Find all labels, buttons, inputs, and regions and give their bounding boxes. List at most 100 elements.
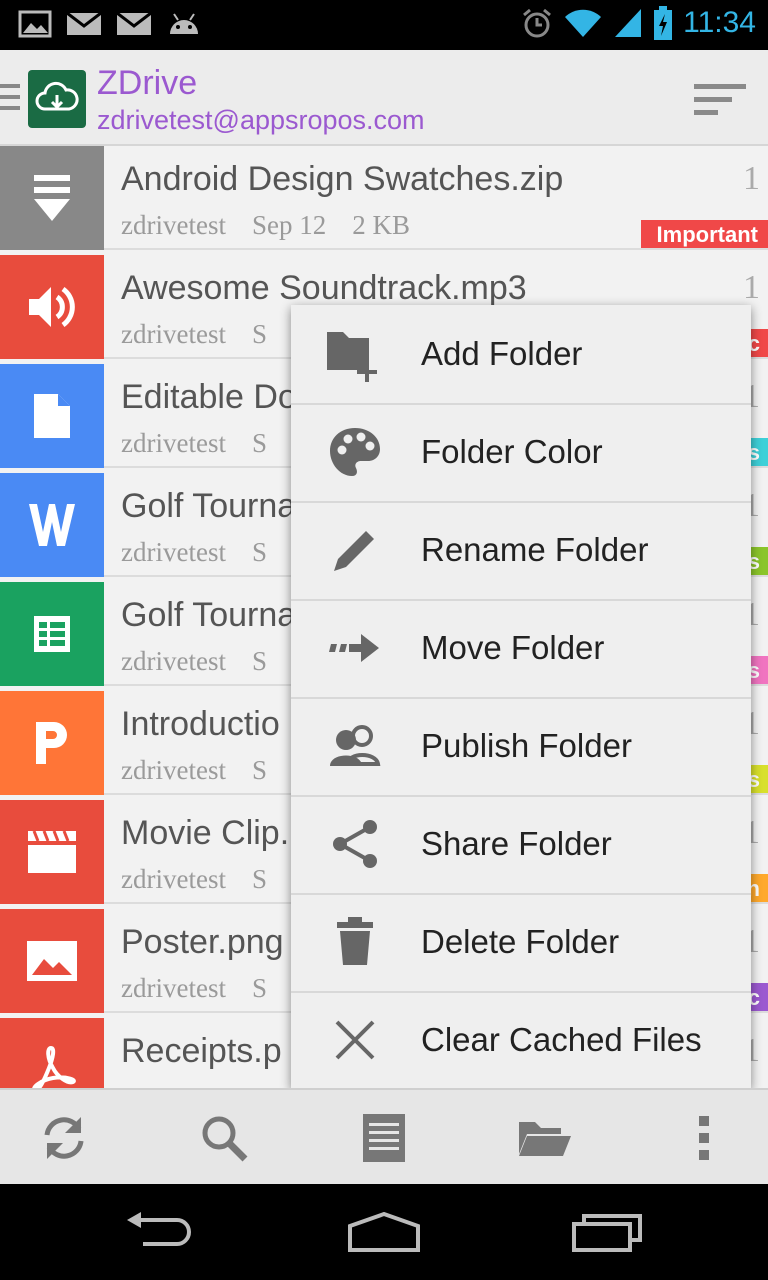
file-meta: zdrivetest S xyxy=(121,537,293,568)
list-view-icon xyxy=(363,1114,405,1162)
menu-item-label: Rename Folder xyxy=(421,531,649,568)
file-size: 2 KB xyxy=(352,210,410,240)
menu-item-clear-cache[interactable]: Clear Cached Files xyxy=(291,991,751,1089)
file-type-tile xyxy=(0,473,104,577)
file-meta: zdrivetest S xyxy=(121,319,293,350)
folders-button[interactable] xyxy=(514,1108,574,1168)
drawer-indicator-icon[interactable] xyxy=(0,82,20,112)
system-icons: 11:34 xyxy=(521,6,756,40)
menu-item-label: Delete Folder xyxy=(421,923,620,960)
file-name: Golf Tourna xyxy=(121,596,297,634)
menu-item-label: Publish Folder xyxy=(421,727,632,764)
row-divider xyxy=(104,248,768,250)
audio-icon xyxy=(29,286,75,328)
spreadsheet-icon xyxy=(34,616,70,652)
file-meta: zdrivetest S xyxy=(121,973,293,1004)
menu-item-label: Folder Color xyxy=(421,433,603,470)
file-owner: zdrivetest xyxy=(121,646,226,676)
video-icon xyxy=(28,831,76,873)
file-count: 1 xyxy=(743,160,760,197)
file-owner: zdrivetest xyxy=(121,210,226,240)
close-x-icon xyxy=(321,1010,389,1070)
file-type-tile xyxy=(0,1018,104,1088)
file-owner: zdrivetest xyxy=(121,973,226,1003)
people-icon xyxy=(321,716,389,776)
recent-apps-button[interactable] xyxy=(558,1204,658,1260)
menu-item-folder-color[interactable]: Folder Color xyxy=(291,403,751,503)
account-email: zdrivetest@appsropos.com xyxy=(97,105,425,135)
list-view-button[interactable] xyxy=(354,1108,414,1168)
back-button[interactable] xyxy=(110,1204,210,1260)
file-name: Android Design Swatches.zip xyxy=(121,160,564,198)
system-nav-bar xyxy=(0,1184,768,1280)
file-date: S xyxy=(251,864,267,894)
zip-icon xyxy=(34,175,70,221)
file-name: Poster.png xyxy=(121,923,284,961)
mail-notification-icon-2 xyxy=(116,11,152,35)
search-button[interactable] xyxy=(194,1108,254,1168)
file-owner: zdrivetest xyxy=(121,319,226,349)
menu-item-move-folder[interactable]: Move Folder xyxy=(291,599,751,699)
home-icon xyxy=(348,1212,420,1252)
home-button[interactable] xyxy=(334,1204,434,1260)
menu-item-label: Add Folder xyxy=(421,335,583,372)
menu-item-label: Share Folder xyxy=(421,825,612,862)
battery-icon xyxy=(654,6,673,40)
wifi-icon xyxy=(565,9,602,37)
file-owner: zdrivetest xyxy=(121,864,226,894)
signal-icon xyxy=(615,9,642,37)
file-name: Editable Do xyxy=(121,378,297,416)
menu-item-rename-folder[interactable]: Rename Folder xyxy=(291,501,751,601)
sort-icon[interactable] xyxy=(694,82,746,116)
file-type-tile xyxy=(0,146,104,250)
overflow-menu-button[interactable] xyxy=(674,1108,734,1168)
image-icon xyxy=(27,941,77,981)
menu-item-share-folder[interactable]: Share Folder xyxy=(291,795,751,895)
file-date: S xyxy=(251,755,267,785)
overflow-menu-icon xyxy=(699,1116,709,1160)
palette-icon xyxy=(321,422,389,482)
file-type-tile xyxy=(0,582,104,686)
cloud-icon xyxy=(35,81,79,111)
mail-notification-icon xyxy=(66,11,102,35)
file-date: Sep 12 xyxy=(251,210,327,240)
trash-icon xyxy=(321,912,389,972)
pdf-icon xyxy=(32,1045,76,1088)
refresh-button[interactable] xyxy=(34,1108,94,1168)
status-bar: 11:34 xyxy=(0,0,768,50)
file-type-tile xyxy=(0,255,104,359)
file-meta: zdrivetest S xyxy=(121,864,293,895)
file-type-tile xyxy=(0,691,104,795)
folder-context-menu: Add Folder Folder Color Rename Folder Mo… xyxy=(291,305,751,1088)
file-date: S xyxy=(251,537,267,567)
alarm-icon xyxy=(523,8,552,38)
file-meta: zdrivetest Sep 12 2 KB xyxy=(121,210,436,241)
recent-apps-icon xyxy=(572,1214,642,1252)
menu-item-add-folder[interactable]: Add Folder xyxy=(291,305,751,405)
file-date: S xyxy=(251,428,267,458)
notification-icons xyxy=(18,10,202,38)
label-tag: Important xyxy=(640,220,768,250)
file-type-tile xyxy=(0,800,104,904)
document-icon xyxy=(34,394,70,438)
word-icon xyxy=(29,504,75,546)
file-row[interactable]: Android Design Swatches.zip zdrivetest Se… xyxy=(0,146,768,250)
file-name: Golf Tourna xyxy=(121,487,297,525)
folder-open-icon xyxy=(519,1122,571,1156)
menu-item-delete-folder[interactable]: Delete Folder xyxy=(291,893,751,993)
picture-notification-icon xyxy=(18,10,52,38)
back-icon xyxy=(127,1212,191,1246)
app-logo[interactable] xyxy=(28,70,86,128)
menu-item-publish-folder[interactable]: Publish Folder xyxy=(291,697,751,797)
file-owner: zdrivetest xyxy=(121,537,226,567)
file-date: S xyxy=(251,646,267,676)
android-notification-icon xyxy=(170,13,198,34)
file-meta: zdrivetest S xyxy=(121,428,293,459)
file-owner: zdrivetest xyxy=(121,755,226,785)
menu-item-label: Clear Cached Files xyxy=(421,1021,702,1058)
menu-item-label: Move Folder xyxy=(421,629,605,666)
action-bar: ZDrive zdrivetest@appsropos.com xyxy=(0,50,768,146)
move-arrow-icon xyxy=(321,618,389,678)
file-meta: zdrivetest S xyxy=(121,755,293,786)
bottom-action-bar xyxy=(0,1088,768,1186)
